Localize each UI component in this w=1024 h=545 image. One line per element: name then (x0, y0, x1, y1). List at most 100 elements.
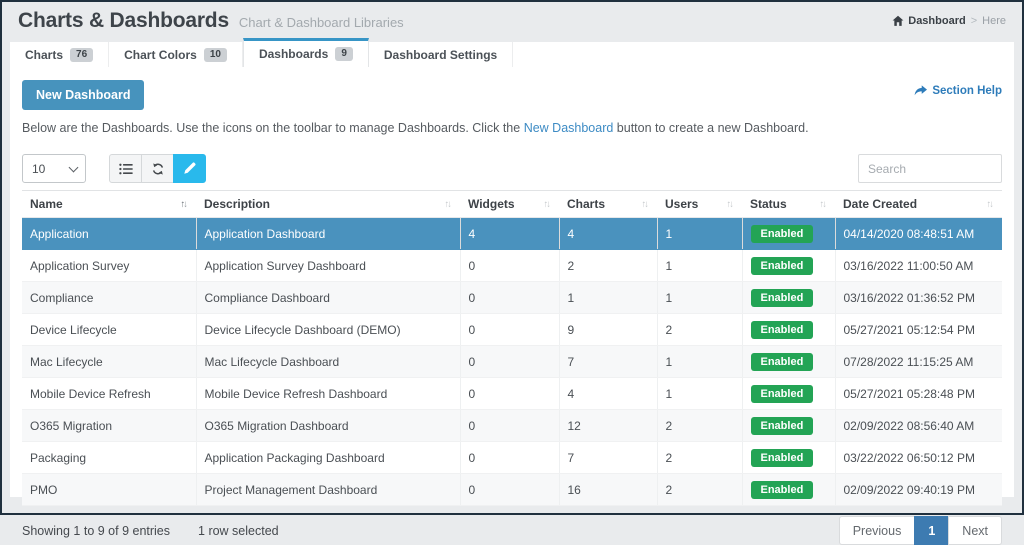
page-title: Charts & Dashboards (18, 8, 229, 32)
cell-users: 2 (656, 313, 742, 346)
status-badge[interactable]: Enabled (750, 352, 814, 371)
cell-widgets: 0 (459, 249, 559, 282)
column-label: Name (30, 197, 63, 211)
cell-description: Application Dashboard (195, 217, 460, 250)
home-icon (892, 15, 904, 27)
cell-users: 1 (656, 345, 742, 378)
cell-charts: 9 (558, 313, 657, 346)
tab-dashboards[interactable]: Dashboards 9 (242, 38, 369, 67)
cell-charts: 7 (558, 441, 657, 474)
cell-status: Enabled (741, 345, 835, 378)
cell-charts: 4 (558, 377, 657, 410)
table-row[interactable]: Compliance Compliance Dashboard 0 1 1 Enabled… (22, 281, 1002, 314)
column-header-users[interactable]: Users ↑↓ (657, 190, 742, 218)
column-header-date-created[interactable]: Date Created ↑↓ (835, 190, 1002, 218)
table-row[interactable]: Packaging Application Packaging Dashboard… (22, 441, 1002, 474)
tab-dashboard-settings[interactable]: Dashboard Settings (368, 42, 514, 67)
sort-arrows-icon: ↑↓ (726, 198, 734, 210)
dashboards-table: Name ↑↓ Description ↑↓ Widgets ↑↓ Charts ↑↓ User… (22, 190, 1002, 506)
cell-charts: 2 (558, 249, 657, 282)
status-badge[interactable]: Enabled (750, 288, 814, 307)
section-help-link[interactable]: Section Help (914, 85, 1002, 97)
cell-name: PMO (22, 473, 196, 506)
cell-charts: 4 (558, 217, 657, 250)
sort-arrows-icon: ↑↓ (641, 198, 649, 210)
page-subtitle: Chart & Dashboard Libraries (238, 14, 404, 30)
cell-charts: 1 (558, 281, 657, 314)
table-row[interactable]: Mac Lifecycle Mac Lifecycle Dashboard 0 7 1 E… (22, 345, 1002, 378)
tab-label: Charts (25, 47, 64, 62)
table-row[interactable]: O365 Migration O365 Migration Dashboard 0 1… (22, 409, 1002, 442)
cell-description: Compliance Dashboard (195, 281, 460, 314)
page-size-select-wrap: 10 (22, 154, 86, 183)
pagination-page-1-button[interactable]: 1 (914, 516, 950, 545)
tab-count-badge: 76 (70, 47, 94, 62)
content-panel: New Dashboard Section Help Below are the… (10, 67, 1014, 545)
section-description: Below are the Dashboards. Use the icons … (22, 121, 1002, 135)
status-badge[interactable]: Enabled (750, 256, 814, 275)
table-row[interactable]: Application Survey Application Survey Das… (22, 249, 1002, 282)
cell-description: Mac Lifecycle Dashboard (195, 345, 460, 378)
tab-charts[interactable]: Charts 76 (10, 42, 110, 67)
cell-users: 2 (656, 441, 742, 474)
pencil-icon (183, 162, 196, 175)
cell-users: 2 (656, 409, 742, 442)
edit-button[interactable] (173, 154, 206, 183)
sort-arrows-icon: ↑↓ (444, 198, 452, 210)
cell-users: 1 (656, 377, 742, 410)
column-header-charts[interactable]: Charts ↑↓ (559, 190, 657, 218)
breadcrumb: Dashboard > Here (892, 15, 1006, 27)
search-input[interactable] (858, 154, 1002, 183)
cell-widgets: 0 (459, 345, 559, 378)
status-badge[interactable]: Enabled (750, 384, 814, 403)
cell-description: Project Management Dashboard (195, 473, 460, 506)
table-row[interactable]: Application Application Dashboard 4 4 1 Enabl… (22, 217, 1002, 250)
status-badge[interactable]: Enabled (750, 320, 814, 339)
sort-arrows-icon: ↑↓ (819, 198, 827, 210)
cell-users: 1 (656, 281, 742, 314)
tab-bar: Charts 76 Chart Colors 10 Dashboards 9 Dashboa… (10, 38, 1014, 67)
cell-widgets: 0 (459, 473, 559, 506)
list-view-button[interactable] (109, 154, 142, 183)
tab-bar-filler (513, 42, 1014, 67)
cell-description: O365 Migration Dashboard (195, 409, 460, 442)
cell-description: Application Packaging Dashboard (195, 441, 460, 474)
cell-widgets: 0 (459, 409, 559, 442)
refresh-button[interactable] (141, 154, 174, 183)
cell-date-created: 05/27/2021 05:12:54 PM (834, 313, 1002, 346)
table-row[interactable]: PMO Project Management Dashboard 0 16 2 Enabl… (22, 473, 1002, 506)
new-dashboard-button[interactable]: New Dashboard (22, 80, 145, 110)
column-header-description[interactable]: Description ↑↓ (196, 190, 460, 218)
breadcrumb-dashboard-label: Dashboard (908, 14, 966, 27)
cell-status: Enabled (741, 441, 835, 474)
tab-chart-colors[interactable]: Chart Colors 10 (109, 42, 243, 67)
cell-widgets: 4 (459, 217, 559, 250)
cell-status: Enabled (741, 473, 835, 506)
cell-date-created: 04/14/2020 08:48:51 AM (834, 217, 1002, 250)
column-header-widgets[interactable]: Widgets ↑↓ (460, 190, 559, 218)
cell-name: Device Lifecycle (22, 313, 196, 346)
status-badge[interactable]: Enabled (750, 416, 814, 435)
column-header-name[interactable]: Name ↑↓ (22, 190, 196, 218)
status-badge[interactable]: Enabled (750, 448, 814, 467)
cell-description: Application Survey Dashboard (195, 249, 460, 282)
table-row[interactable]: Mobile Device Refresh Mobile Device Refre… (22, 377, 1002, 410)
showing-entries-text: Showing 1 to 9 of 9 entries (22, 523, 171, 538)
column-header-status[interactable]: Status ↑↓ (742, 190, 835, 218)
cell-name: Mobile Device Refresh (22, 377, 196, 410)
pagination-next-button[interactable]: Next (948, 516, 1002, 545)
page-header: Charts & Dashboards Chart & Dashboard Li… (10, 2, 1014, 38)
cell-status: Enabled (741, 249, 835, 282)
cell-name: Compliance (22, 281, 196, 314)
page-size-select[interactable]: 10 (22, 154, 86, 183)
cell-date-created: 03/16/2022 01:36:52 PM (834, 281, 1002, 314)
status-badge[interactable]: Enabled (750, 224, 814, 243)
cell-users: 1 (656, 249, 742, 282)
cell-date-created: 03/16/2022 11:00:50 AM (834, 249, 1002, 282)
pagination-previous-button[interactable]: Previous (838, 516, 916, 545)
breadcrumb-dashboard-link[interactable]: Dashboard (892, 14, 966, 27)
table-row[interactable]: Device Lifecycle Device Lifecycle Dashboa… (22, 313, 1002, 346)
status-badge[interactable]: Enabled (750, 480, 814, 499)
description-new-dashboard-link[interactable]: New Dashboard (524, 121, 614, 135)
column-label: Description (204, 197, 271, 211)
